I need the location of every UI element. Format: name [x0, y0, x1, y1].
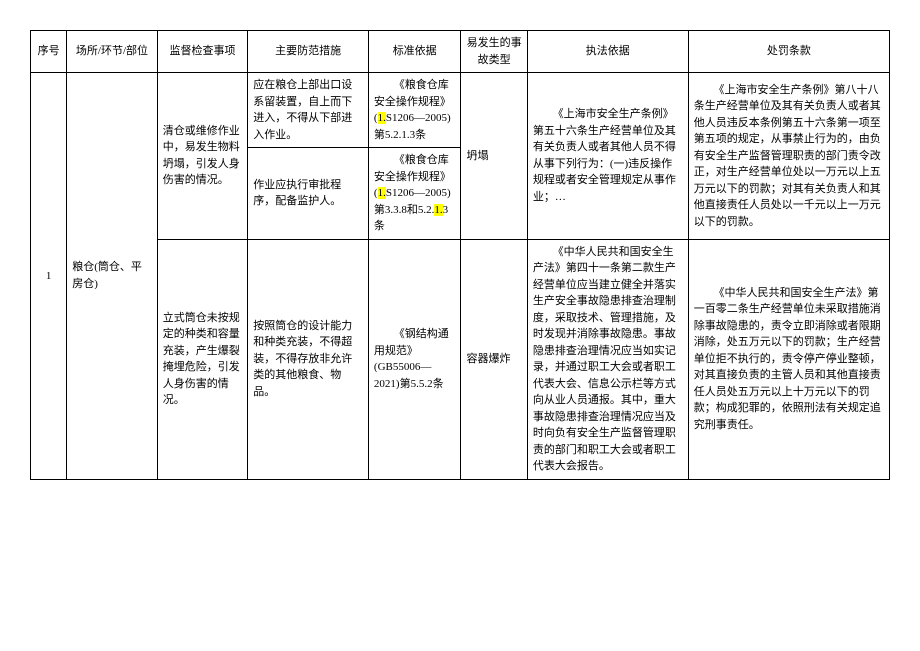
hdr-measure: 主要防范措施 — [248, 31, 369, 73]
cell-measure: 应在粮仓上部出口设系留装置，自上而下进入，不得从下部进入作业。 — [248, 73, 369, 148]
hdr-accident: 易发生的事故类型 — [461, 31, 527, 73]
basis-highlight: 1. — [434, 204, 442, 216]
cell-penalty: 《中华人民共和国安全生产法》第一百零二条生产经营单位未采取措施消除事故隐患的，责… — [688, 239, 889, 479]
basis-highlight: 1. — [378, 112, 386, 124]
cell-inspection: 立式筒仓未按规定的种类和容量充装，产生爆裂掩埋危险，引发人身伤害的情况。 — [157, 239, 248, 479]
cell-law: 《中华人民共和国安全生产法》第四十一条第二款生产经营单位应当建立健全并落实生产安… — [527, 239, 688, 479]
hdr-penalty: 处罚条款 — [688, 31, 889, 73]
basis-text: 《钢结构通用规范》(GB55006—2021)第5.5.2条 — [374, 326, 456, 392]
cell-accident: 容器爆炸 — [461, 239, 527, 479]
cell-place: 粮仓(筒仓、平房仓) — [67, 73, 158, 480]
hdr-basis: 标准依据 — [368, 31, 461, 73]
cell-inspection: 清仓或维修作业中，易发生物料坍塌，引发人身伤害的情况。 — [157, 73, 248, 240]
cell-basis: 《粮食仓库安全操作规程》(1.S1206—2005)第5.2.1.3条 — [368, 73, 461, 148]
hdr-inspection: 监督检查事项 — [157, 31, 248, 73]
cell-basis: 《粮食仓库安全操作规程》(1.S1206—2005)第3.3.8和5.2.1.3… — [368, 148, 461, 240]
cell-measure: 按照筒仓的设计能力和种类充装，不得超装，不得存放非允许类的其他粮食、物品。 — [248, 239, 369, 479]
cell-accident: 坍塌 — [461, 73, 527, 240]
cell-measure: 作业应执行审批程序，配备监护人。 — [248, 148, 369, 240]
hdr-law: 执法依据 — [527, 31, 688, 73]
cell-basis: 《钢结构通用规范》(GB55006—2021)第5.5.2条 — [368, 239, 461, 479]
basis-highlight: 1. — [378, 187, 386, 199]
basis-text: S1206—2005)第5.2.1.3条 — [374, 112, 451, 141]
regulation-table: 序号 场所/环节/部位 监督检查事项 主要防范措施 标准依据 易发生的事故类型 … — [30, 30, 890, 480]
hdr-place: 场所/环节/部位 — [67, 31, 158, 73]
cell-law: 《上海市安全生产条例》第五十六条生产经营单位及其有关负责人或者其他人员不得从事下… — [527, 73, 688, 240]
law-text: 《中华人民共和国安全生产法》第四十一条第二款生产经营单位应当建立健全并落实生产安… — [533, 244, 683, 475]
cell-seq: 1 — [31, 73, 67, 480]
penalty-text: 《中华人民共和国安全生产法》第一百零二条生产经营单位未采取措施消除事故隐患的，责… — [694, 285, 884, 434]
cell-penalty: 《上海市安全生产条例》第八十八条生产经营单位及其有关负责人或者其他人员违反本条例… — [688, 73, 889, 240]
law-text: 《上海市安全生产条例》第五十六条生产经营单位及其有关负责人或者其他人员不得从事下… — [533, 106, 683, 205]
penalty-text: 《上海市安全生产条例》第八十八条生产经营单位及其有关负责人或者其他人员违反本条例… — [694, 82, 884, 231]
table-row: 1 粮仓(筒仓、平房仓) 清仓或维修作业中，易发生物料坍塌，引发人身伤害的情况。… — [31, 73, 890, 148]
header-row: 序号 场所/环节/部位 监督检查事项 主要防范措施 标准依据 易发生的事故类型 … — [31, 31, 890, 73]
table-row: 立式筒仓未按规定的种类和容量充装，产生爆裂掩埋危险，引发人身伤害的情况。 按照筒… — [31, 239, 890, 479]
hdr-seq: 序号 — [31, 31, 67, 73]
